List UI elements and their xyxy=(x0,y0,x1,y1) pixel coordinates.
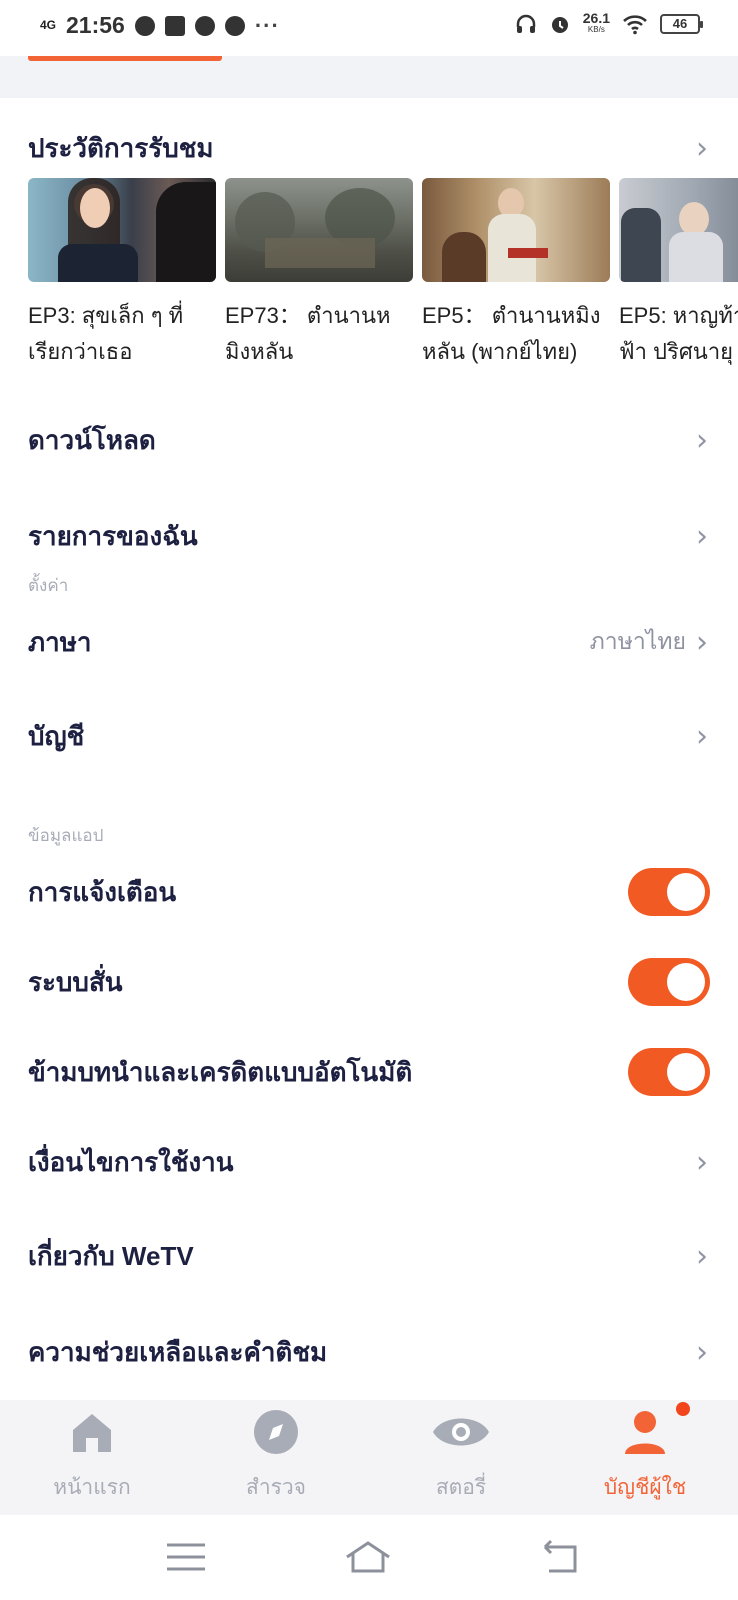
help-label: ความช่วยเหลือและคำติชม xyxy=(28,1336,328,1367)
home-system-icon[interactable] xyxy=(343,1537,393,1577)
nav-home-label: หน้าแรก xyxy=(53,1476,131,1499)
status-bar-left: 4G 21:56 ··· xyxy=(40,12,280,39)
more-notifications-icon: ··· xyxy=(254,12,280,38)
nav-account-label: บัญชีผู้ใช xyxy=(603,1476,687,1499)
toggle-knob xyxy=(667,873,705,911)
history-title: ประวัติการรับชม xyxy=(28,132,214,163)
language-label: ภาษา xyxy=(28,626,92,657)
system-navigation xyxy=(0,1515,738,1600)
skip-intro-label: ข้ามบทนำและเครดิตแบบอัตโนมัติ xyxy=(28,1056,413,1087)
history-item-title: EP5： ตำนานหมิง หลัน (พากย์ไทย) xyxy=(422,303,601,364)
history-item-title: EP5: หาญท้า ฟ้า ปริศนายุ xyxy=(619,303,738,364)
history-item-title: EP3: สุขเล็ก ๆ ที่ เรียกว่าเธอ xyxy=(28,303,184,364)
mail-icon xyxy=(164,15,185,36)
clock: 21:56 xyxy=(66,12,125,38)
messenger-icon xyxy=(134,15,155,36)
history-item[interactable]: EP73： ตำนานห มิงหลัน xyxy=(225,178,413,370)
chevron-right-icon: › xyxy=(696,422,708,458)
language-value: ภาษาไทย xyxy=(589,628,686,654)
skip-intro-toggle[interactable] xyxy=(628,1048,710,1096)
network-indicator: 4G xyxy=(40,18,57,32)
account-row[interactable]: บัญชี › xyxy=(0,706,738,766)
top-separator xyxy=(0,56,738,98)
thumbnail-image xyxy=(225,178,413,282)
leaf-icon xyxy=(194,15,215,36)
nav-story[interactable]: สตอรี่ xyxy=(396,1408,526,1504)
toggle-knob xyxy=(667,963,705,1001)
chevron-right-icon: › xyxy=(696,130,708,166)
app-info-section-label: ข้อมูลแอป xyxy=(28,826,104,845)
chevron-right-icon: › xyxy=(696,1238,708,1274)
accent-bar xyxy=(28,56,222,61)
chevron-right-icon: › xyxy=(696,1144,708,1180)
thumbnail-image xyxy=(619,178,738,282)
my-list-label: รายการของฉัน xyxy=(28,520,198,551)
history-item[interactable]: EP3: สุขเล็ก ๆ ที่ เรียกว่าเธอ xyxy=(28,178,216,370)
nav-story-label: สตอรี่ xyxy=(435,1476,487,1499)
history-item-title: EP73： ตำนานห มิงหลัน xyxy=(225,303,391,364)
download-row[interactable]: ดาวน์โหลด › xyxy=(0,410,738,470)
notifications-label: การแจ้งเตือน xyxy=(28,876,177,907)
battery-indicator: 46 xyxy=(660,14,703,34)
thumbnail-image xyxy=(422,178,610,282)
user-icon xyxy=(625,1411,665,1454)
history-list[interactable]: EP3: สุขเล็ก ๆ ที่ เรียกว่าเธอ EP73： ตำน… xyxy=(28,178,738,378)
status-bar: 4G 21:56 ··· 26.1 KB/s 46 xyxy=(0,0,738,56)
chevron-right-icon: › xyxy=(696,718,708,754)
terms-label: เงื่อนไขการใช้งาน xyxy=(28,1146,234,1177)
nav-explore[interactable]: สำรวจ xyxy=(211,1408,341,1504)
about-row[interactable]: เกี่ยวกับ WeTV › xyxy=(0,1226,738,1286)
toggle-knob xyxy=(667,1053,705,1091)
network-speed: 26.1 KB/s xyxy=(583,11,610,36)
chevron-right-icon: › xyxy=(696,624,708,660)
history-item[interactable]: EP5: หาญท้า ฟ้า ปริศนายุ xyxy=(619,178,738,370)
shield-icon xyxy=(224,15,245,36)
menu-icon[interactable] xyxy=(161,1537,211,1577)
chevron-right-icon: › xyxy=(696,518,708,554)
history-header[interactable]: ประวัติการรับชม › xyxy=(0,118,738,178)
help-row[interactable]: ความช่วยเหลือและคำติชม › xyxy=(0,1322,738,1382)
nav-account[interactable]: บัญชีผู้ใช xyxy=(580,1408,710,1504)
history-item[interactable]: EP5： ตำนานหมิง หลัน (พากย์ไทย) xyxy=(422,178,610,370)
alarm-icon xyxy=(551,17,568,33)
chevron-right-icon: › xyxy=(696,1334,708,1370)
language-row[interactable]: ภาษา ภาษาไทย › xyxy=(0,612,738,672)
headphones-icon xyxy=(516,14,535,33)
eye-icon xyxy=(433,1418,489,1446)
terms-row[interactable]: เงื่อนไขการใช้งาน › xyxy=(0,1132,738,1192)
compass-icon xyxy=(254,1410,298,1454)
wifi-icon xyxy=(623,15,647,35)
nav-explore-label: สำรวจ xyxy=(246,1476,306,1499)
vibration-toggle[interactable] xyxy=(628,958,710,1006)
back-icon[interactable] xyxy=(535,1537,585,1577)
download-label: ดาวน์โหลด xyxy=(28,424,156,455)
notifications-toggle[interactable] xyxy=(628,868,710,916)
my-list-row[interactable]: รายการของฉัน › xyxy=(0,506,738,566)
bottom-navigation: หน้าแรก สำรวจ สตอรี่ บัญชีผู้ใช xyxy=(0,1400,738,1515)
home-icon xyxy=(73,1414,111,1452)
status-bar-right: 26.1 KB/s 46 xyxy=(515,11,703,36)
about-label: เกี่ยวกับ WeTV xyxy=(28,1240,194,1271)
notification-dot xyxy=(676,1402,690,1416)
nav-home[interactable]: หน้าแรก xyxy=(27,1408,157,1504)
settings-section-label: ตั้งค่า xyxy=(28,576,69,595)
vibration-label: ระบบสั่น xyxy=(28,966,123,997)
thumbnail-image xyxy=(28,178,216,282)
account-label: บัญชี xyxy=(28,720,85,751)
